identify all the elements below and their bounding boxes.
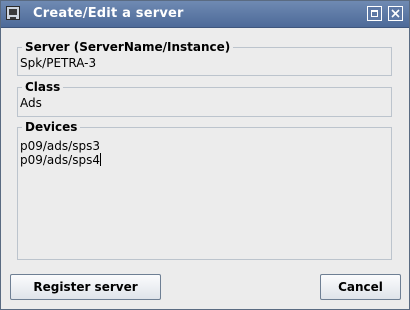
text-caret — [99, 153, 101, 166]
class-field[interactable]: Ads — [20, 96, 389, 110]
device-line: p09/ads/sps3 — [20, 139, 100, 153]
computer-monitor-icon[interactable] — [6, 6, 20, 20]
class-label: Class — [22, 80, 64, 94]
register-server-button[interactable]: Register server — [10, 274, 161, 300]
window-title: Create/Edit a server — [33, 6, 184, 21]
dialog-window: Create/Edit a server Server (ServerName/… — [0, 0, 410, 310]
title-bar[interactable]: Create/Edit a server — [1, 1, 409, 28]
server-name-field[interactable]: Spk/PETRA-3 — [20, 56, 389, 70]
devices-group: Devices p09/ads/sps3 p09/ads/sps4 — [17, 120, 392, 260]
class-group: Class Ads — [17, 80, 392, 117]
server-label: Server (ServerName/Instance) — [22, 40, 234, 54]
cancel-button[interactable]: Cancel — [320, 274, 401, 300]
maximize-icon[interactable] — [367, 6, 382, 21]
devices-textarea[interactable]: p09/ads/sps3 p09/ads/sps4 — [20, 139, 389, 257]
device-line: p09/ads/sps4 — [20, 153, 101, 167]
devices-label: Devices — [22, 120, 81, 134]
close-icon[interactable] — [388, 6, 403, 21]
server-group: Server (ServerName/Instance) Spk/PETRA-3 — [17, 40, 392, 76]
